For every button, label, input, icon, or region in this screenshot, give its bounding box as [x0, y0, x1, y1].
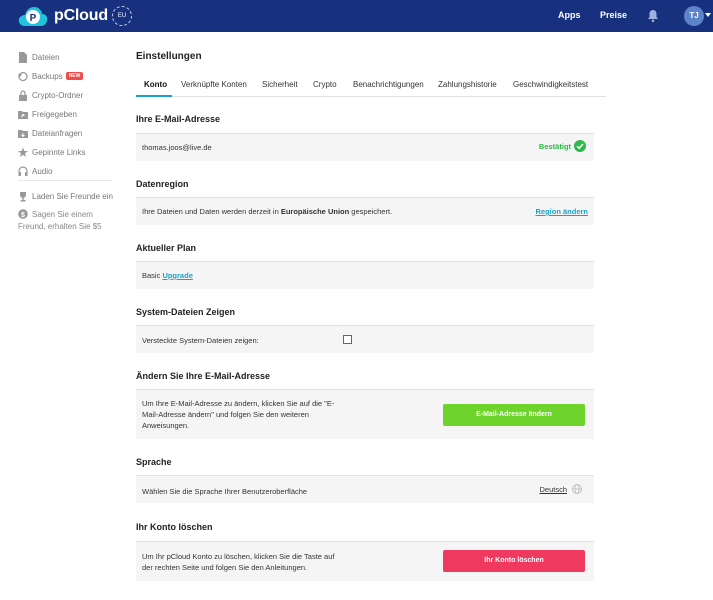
user-avatar[interactable]: TJ: [684, 6, 704, 26]
sidebar-item-file-requests[interactable]: Dateianfragen: [18, 126, 82, 140]
sidebar-item-label: Dateianfragen: [32, 128, 83, 138]
sidebar-item-label: Freigegeben: [32, 109, 77, 119]
language-selector[interactable]: Deutsch: [539, 484, 582, 494]
notifications-bell-icon[interactable]: [646, 9, 660, 23]
settings-tabs: Konto Verknüpfte Konten Sicherheit Crypt…: [136, 76, 606, 97]
invite-friends-label: Laden Sie Freunde ein: [32, 191, 113, 201]
headphones-icon: [18, 165, 28, 176]
tab-crypto[interactable]: Crypto: [313, 80, 337, 89]
verified-label: Bestätigt: [538, 141, 571, 151]
sidebar-item-crypto-folder[interactable]: Crypto-Ordner: [18, 88, 83, 102]
tab-notifications[interactable]: Benachrichtigungen: [353, 80, 424, 89]
sidebar-item-files[interactable]: Dateien: [18, 50, 60, 64]
upgrade-link[interactable]: Upgrade: [162, 271, 192, 280]
email-box: thomas.joos@live.de Bestätigt: [136, 133, 594, 161]
active-tab-indicator: [136, 95, 172, 97]
change-email-text: Um Ihre E-Mail-Adresse zu ändern, klicke…: [142, 399, 335, 430]
email-value: thomas.joos@live.de: [142, 143, 212, 152]
delete-account-section-title: Ihr Konto löschen: [136, 522, 213, 532]
change-email-button[interactable]: E-Mail-Adresse ändern: [443, 404, 585, 426]
sidebar-item-audio[interactable]: Audio: [18, 164, 52, 178]
apps-link[interactable]: Apps: [558, 10, 581, 20]
language-section-title: Sprache: [136, 457, 172, 467]
system-files-box: Versteckte System-Dateien zeigen:: [136, 325, 594, 353]
sidebar-item-backups[interactable]: Backups NEW: [18, 69, 84, 83]
eu-region-badge: EU: [112, 6, 132, 26]
new-badge: NEW: [65, 72, 84, 80]
region-box: Ihre Dateien und Daten werden derzeit in…: [136, 197, 594, 225]
region-text-suffix: gespeichert.: [349, 207, 393, 216]
email-section-title: Ihre E-Mail-Adresse: [136, 114, 221, 124]
plan-value: Basic: [142, 271, 161, 280]
tab-security[interactable]: Sicherheit: [262, 80, 298, 89]
sidebar-item-label: Backups: [32, 71, 63, 81]
region-value: Europäische Union: [280, 207, 350, 216]
sidebar-item-shared[interactable]: Freigegeben: [18, 107, 77, 121]
shared-folder-icon: [18, 110, 28, 119]
language-box: Wählen Sie die Sprache Ihrer Benutzerobe…: [136, 475, 594, 503]
brand-name[interactable]: pCloud: [54, 7, 108, 25]
change-region-link[interactable]: Region ändern: [535, 206, 588, 217]
chevron-down-icon[interactable]: [705, 13, 711, 17]
page-title: Einstellungen: [136, 51, 202, 62]
pricing-link[interactable]: Preise: [600, 10, 627, 20]
sidebar-divider: [18, 180, 113, 181]
invite-friends-link[interactable]: Laden Sie Freunde ein: [18, 189, 113, 203]
svg-text:P: P: [30, 13, 37, 24]
globe-icon[interactable]: [572, 484, 582, 494]
language-text: Wählen Sie die Sprache Ihrer Benutzerobe…: [142, 487, 308, 496]
plan-section-title: Aktueller Plan: [136, 243, 197, 253]
change-email-section-title: Ändern Sie Ihre E-Mail-Adresse: [136, 371, 271, 381]
lock-icon: [19, 89, 27, 101]
system-files-label: Versteckte System-Dateien zeigen:: [142, 336, 259, 345]
pcloud-logo-icon[interactable]: P: [18, 5, 48, 27]
sidebar-item-label: Audio: [32, 166, 53, 176]
sidebar-item-pinned-links[interactable]: Gepinnte Links: [18, 145, 85, 159]
sidebar-item-label: Crypto-Ordner: [32, 90, 84, 100]
star-icon: [18, 147, 28, 157]
region-section-title: Datenregion: [136, 179, 189, 189]
delete-account-button[interactable]: Ihr Konto löschen: [443, 550, 585, 572]
tab-linked-accounts[interactable]: Verknüpfte Konten: [181, 80, 247, 89]
region-text: Ihre Dateien und Daten werden derzeit in…: [142, 206, 392, 217]
backup-icon: [18, 71, 28, 81]
sidebar-item-label: Dateien: [32, 52, 60, 62]
tab-account[interactable]: Konto: [144, 80, 167, 89]
current-language[interactable]: Deutsch: [539, 485, 567, 494]
delete-account-text: Um Ihr pCloud Konto zu löschen, klicken …: [142, 552, 335, 572]
file-icon: [19, 51, 27, 63]
check-circle-icon: [574, 140, 586, 152]
folder-request-icon: [18, 129, 28, 138]
tab-payment-history[interactable]: Zahlungshistorie: [438, 80, 497, 89]
delete-account-box: Um Ihr pCloud Konto zu löschen, klicken …: [136, 541, 594, 581]
email-verified-status: Bestätigt: [539, 140, 586, 152]
invite-reward-text[interactable]: Sagen Sie einem Freund, erhalten Sie $5: [18, 209, 118, 233]
plan-box: Basic Upgrade: [136, 261, 594, 289]
top-navigation-bar: P pCloud EU Apps Preise TJ: [0, 0, 713, 32]
change-email-box: Um Ihre E-Mail-Adresse zu ändern, klicke…: [136, 389, 594, 439]
system-files-section-title: System-Dateien Zeigen: [136, 307, 236, 317]
plan-text: Basic Upgrade: [142, 270, 193, 281]
region-text-prefix: Ihre Dateien und Daten werden derzeit in: [142, 207, 281, 216]
trophy-icon: [20, 191, 26, 201]
tab-speed-test[interactable]: Geschwindigkeitstest: [513, 80, 588, 89]
sidebar-item-label: Gepinnte Links: [32, 147, 86, 157]
show-system-files-checkbox[interactable]: [343, 335, 352, 344]
